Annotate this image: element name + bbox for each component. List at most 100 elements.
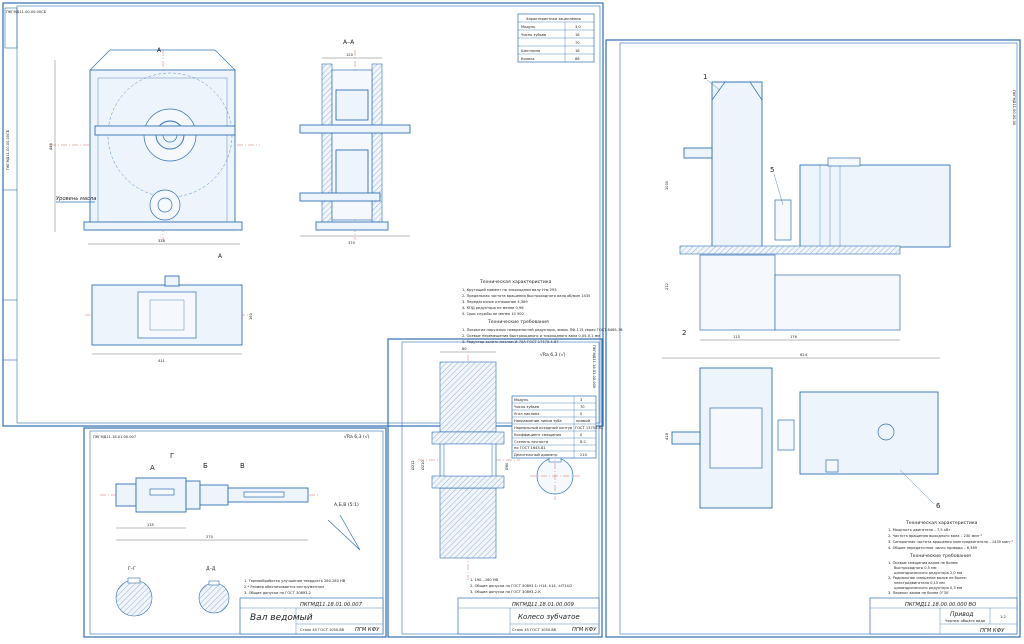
plan-dim-width: 411 [158,359,165,363]
reducer-tech-notes: Техническая характеристика 1. Крутящий м… [462,279,623,344]
gear-row-2-key: Число зубьев [521,33,546,37]
shaft-title-org: ПГМ КФУ [355,627,380,633]
gear-title-name: Колесо зубчатое [518,613,580,621]
view-mark-top: А [157,47,162,54]
gear-dim-width: 80 [462,347,467,351]
tech-line-5: 5. Срок службы не менее 10 500 [462,312,525,316]
drive-req-6: цилиндрического редуктора 0,3 мм [894,586,963,590]
drive-req-5: электродвигателя 0,15 мм [894,581,945,585]
drive-req-3: цилиндрического редуктора 2,0 мм [894,571,963,575]
shaft-mark-g: Г [170,452,174,460]
gp-5-k: Нормальный исходный контур [514,426,573,430]
shaft-notes: 1. Термообработка улучшение твердость 26… [244,579,346,595]
drive-front-view: 115 176 1000 212 1 5 2 [665,73,951,341]
gear-notes: 1. 190...160 НВ 2. Общие допуски по ГОСТ… [470,578,572,594]
gp-2-k: Число зубьев [514,405,539,409]
shaft-sections: Г–Г Д–Д [115,566,230,617]
drive-req-7: 3. Перекос валов не более 0°30' [888,591,949,595]
shaft-title-material: Сталь 45 ГОСТ 1050-88 [300,628,345,632]
section-dim-top: 120 [346,53,354,57]
gear-dim-d2: Ø210 [420,460,425,470]
shaft-dim-1: 135 [147,523,154,527]
drive-tech-1: 1. Мощность двигателя – 7,5 кВт [888,528,951,532]
tech-line-4: 4. КПД редуктора не менее 0,96 [462,306,524,310]
gp-6-k: Коэффициент смещения [514,433,561,437]
shaft-title-name: Вал ведомый [250,613,313,623]
gear-hub-view [530,452,580,500]
gp-9-v: 210 [580,453,588,457]
gear-param-table: Модуль 3 Число зубьев 70 Угол наклона 0 … [511,395,603,459]
gp-1-v: 3 [580,398,582,402]
gp-1-k: Модуль [514,398,528,402]
gear-title-org: ПГМ КФУ [572,627,597,633]
req-line-1: 1. Покрытие наружных поверхностей редукт… [462,328,623,332]
reducer-req-title: Технические требования [487,319,549,325]
shaft-dim-total: 270 [206,535,214,539]
view-mark-bottom: А [218,253,223,260]
shaft-stamp-top: ПКГМД11.18.01.00.007 [93,435,136,439]
shaft-note-3: 3. Общие допуски по ГОСТ 30893.2 [244,591,311,595]
shaft-section-gg-label: Г–Г [128,566,136,572]
sheet-shaft: ПКГМД11.18.01.00.007 √Ra 6,3 (√) 135 270… [83,427,387,638]
sheet-drive: ПКГМД11.00.00.00 115 176 1000 212 1 5 2 [605,39,1021,638]
gearing-table: Характеристики зацепления Модуль 3,0 Чис… [517,13,595,63]
gp-4-v: прямой [576,419,591,423]
gear-row-1-key: Модуль [521,25,535,29]
shaft-mark-a: А [150,464,155,472]
shaft-section-dd-label: Д–Д [206,566,216,572]
drive-dim-base: 212 [665,283,669,290]
drive-plan-view: 624 418 6 [662,353,941,510]
gear-dim-d1: Ø212 [410,460,415,470]
gear-note-1: 1. 190...160 НВ [470,578,499,582]
shaft-title-code: ПКГМД11.18.01.00.007 [300,602,363,608]
drive-tech-2: 2. Частота вращения выходного вала – 230… [888,534,983,538]
gear-note-2: 2. Общие допуски по ГОСТ 30893.1: H14, h… [470,584,572,588]
drive-callout-1: 1 [703,73,707,81]
shaft-mark-b: Б [203,462,208,470]
drive-dim-1: 115 [733,335,740,339]
drive-req-4: 2. Радиальное смещение валов не более: [888,576,967,580]
drive-callout-2: 2 [682,329,686,337]
shaft-drawing: 135 270 А Б В Г А,Б,В (5:1) [100,452,361,551]
drive-dim-height: 1000 [665,180,669,190]
gp-7-k: Степень точности [514,440,549,444]
shaft-view-abv: А,Б,В (5:1) [334,502,359,508]
reducer-dim-width: 338 [158,239,166,243]
sheet-reducer: ПКГМД11.00.00.00СБ ПКГМД11.00.00.00СБ 44… [2,2,623,427]
shaft-note-2: 2.* Размер обеспечивается инструментом [244,585,324,589]
gear-row-1-val: 3,0 [575,25,581,29]
section-dim-bottom: 370 [348,241,356,245]
gp-5-v: ГОСТ 13755-81 [575,426,603,430]
reducer-corner-stamp: ПКГМД11.00.00.00СБ [6,10,47,14]
gearing-table-title: Характеристики зацепления [526,17,581,21]
gear-row-4-val: 16 [575,49,580,53]
section-aa-label: А–А [343,39,355,46]
shaft-roughness: √Ra 6,3 (√) [344,434,370,440]
drawing-canvas: ПКГМД11.00.00.00СБ ПКГМД11.00.00.00СБ 44… [0,0,1024,640]
gear-dim-bore: Ø60 [504,462,509,470]
gear-stamp-rotated: ПКГМД11.18.01.00.009 [592,345,596,389]
drive-tech-3: 3. Синхронная частота вращения электродв… [888,540,1013,544]
shaft-note-1: 1. Термообработка улучшение твердость 26… [244,579,346,583]
gear-row-5-val: 86 [575,57,580,61]
shaft-mark-v: В [240,462,245,470]
reducer-front-view: 446 338 А А Уровень масла [49,47,260,260]
gear-row-3-val: 70 [575,41,580,45]
plan-dim-side: 160 [249,312,253,320]
req-line-2: 2. Осевые перемещения быстроходного и ти… [462,334,600,338]
drive-tech-title: Техническая характеристика [905,520,978,526]
drive-req-title: Технические требования [909,553,971,559]
gear-row-2-val: 18 [575,33,580,37]
gear-row-4-key: Шестерня [521,49,540,53]
oil-level-label: Уровень масла [56,196,96,202]
reducer-stamp-rotated: ПКГМД11.00.00.00СБ [6,129,10,170]
gp-7-v: 8-С [580,440,587,444]
drive-title-org: ПГМ КФУ [980,628,1005,634]
reducer-dim-height: 446 [49,142,53,150]
drive-title-code: ПКГМД11.18.00.00.000 ВО [905,602,976,608]
gp-2-v: 70 [580,405,585,409]
reducer-plan-view: 411 160 [85,275,253,363]
gear-roughness: √Ra 6,3 (√) [540,352,566,358]
drive-title-scale: 1:2 [1000,615,1006,619]
gear-note-3: 3. Общие допуски по ГОСТ 30893.2-К [470,590,541,594]
